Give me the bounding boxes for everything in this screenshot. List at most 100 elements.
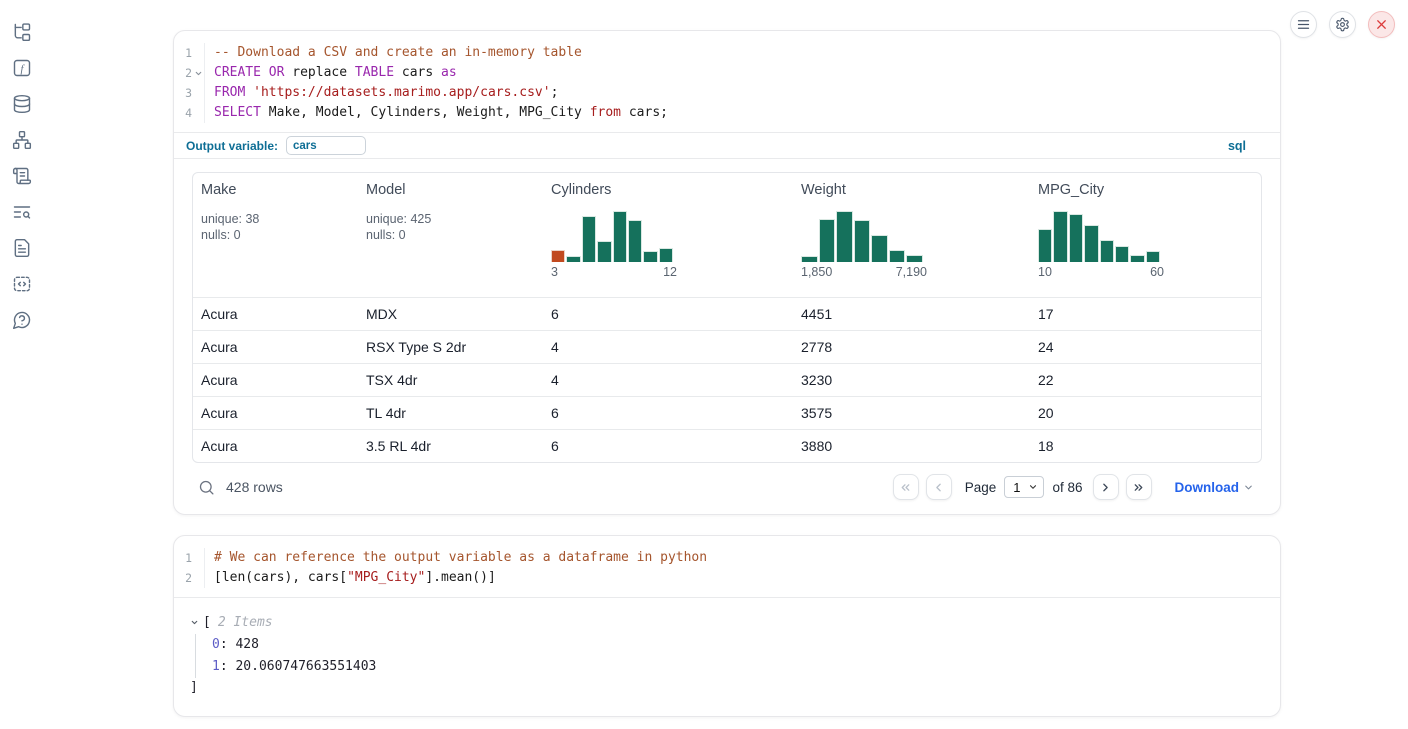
gear-icon — [1335, 17, 1350, 32]
fold-chevron-icon[interactable] — [192, 69, 204, 78]
output-variable-input[interactable] — [286, 136, 366, 155]
tree-entry: 0: 428 — [212, 634, 1264, 656]
table-cell: Acura — [193, 397, 358, 429]
table-cell: 3230 — [793, 364, 1030, 396]
histogram-bar[interactable] — [597, 241, 611, 262]
chevron-left-icon — [932, 481, 945, 494]
line-number: 1 — [174, 548, 205, 568]
histogram-bar[interactable] — [659, 248, 673, 262]
menu-button[interactable] — [1290, 11, 1317, 38]
code-text: FROM 'https://datasets.marimo.app/cars.c… — [205, 83, 558, 103]
table-cell: 6 — [543, 397, 793, 429]
table-cell: 24 — [1030, 331, 1261, 363]
column-header-cylinders[interactable]: Cylinders312 — [543, 173, 793, 297]
table-cell: 17 — [1030, 298, 1261, 330]
page-number-select[interactable]: 1 — [1004, 476, 1044, 498]
column-header-make[interactable]: Makeunique: 38nulls: 0 — [193, 173, 358, 297]
histogram-bar[interactable] — [1069, 214, 1083, 262]
table-body: AcuraMDX6445117AcuraRSX Type S 2dr427782… — [193, 297, 1261, 462]
table-cell: TL 4dr — [358, 397, 543, 429]
data-table: Makeunique: 38nulls: 0Modelunique: 425nu… — [192, 172, 1262, 463]
table-row[interactable]: AcuraMDX6445117 — [193, 297, 1261, 330]
code-text: # We can reference the output variable a… — [205, 548, 707, 568]
histogram-bar[interactable] — [1038, 229, 1052, 262]
histogram-range-labels: 1060 — [1038, 265, 1164, 279]
page-number-value: 1 — [1013, 480, 1020, 495]
page-label: Page — [965, 480, 997, 495]
last-page-button[interactable] — [1126, 474, 1152, 500]
histogram-bar[interactable] — [643, 251, 657, 262]
histogram-bar[interactable] — [871, 235, 888, 262]
code-text: [len(cars), cars["MPG_City"].mean()] — [205, 568, 496, 588]
histogram-bar[interactable] — [889, 250, 906, 262]
sql-output-area: Makeunique: 38nulls: 0Modelunique: 425nu… — [174, 159, 1280, 514]
table-cell: TSX 4dr — [358, 364, 543, 396]
histogram-bar[interactable] — [819, 219, 836, 262]
histogram-bar[interactable] — [566, 256, 580, 262]
histogram-bar[interactable] — [836, 211, 853, 262]
file-tree-icon[interactable] — [12, 22, 32, 42]
table-row[interactable]: AcuraRSX Type S 2dr4277824 — [193, 330, 1261, 363]
histogram-bar[interactable] — [1100, 240, 1114, 262]
table-row[interactable]: Acura3.5 RL 4dr6388018 — [193, 429, 1261, 462]
dependency-graph-icon[interactable] — [12, 130, 32, 150]
datasources-icon[interactable] — [12, 94, 32, 114]
histogram-bar[interactable] — [1084, 225, 1098, 262]
line-number: 2 — [174, 63, 205, 83]
code-line[interactable]: 1# We can reference the output variable … — [174, 548, 1280, 568]
column-histogram[interactable] — [1038, 208, 1160, 262]
python-code-editor[interactable]: 1# We can reference the output variable … — [174, 536, 1280, 597]
python-output-tree: [ 2 Items 0: 4281: 20.060747663551403 ] — [174, 598, 1280, 716]
column-header-mpg_city[interactable]: MPG_City1060 — [1030, 173, 1261, 297]
histogram-bar[interactable] — [801, 256, 818, 262]
code-line[interactable]: 2CREATE OR replace TABLE cars as — [174, 63, 1280, 83]
functions-icon[interactable]: f — [12, 58, 32, 78]
histogram-bar[interactable] — [906, 255, 923, 262]
line-number: 3 — [174, 83, 205, 103]
documentation-icon[interactable] — [12, 238, 32, 258]
histogram-bar[interactable] — [1115, 246, 1129, 262]
next-page-button[interactable] — [1093, 474, 1119, 500]
histogram-range-labels: 1,8507,190 — [801, 265, 927, 279]
settings-button[interactable] — [1329, 11, 1356, 38]
help-icon[interactable] — [12, 310, 32, 330]
code-line[interactable]: 3FROM 'https://datasets.marimo.app/cars.… — [174, 83, 1280, 103]
shutdown-button[interactable] — [1368, 11, 1395, 38]
histogram-bar[interactable] — [613, 211, 627, 262]
download-button[interactable]: Download — [1175, 480, 1255, 495]
column-header-weight[interactable]: Weight1,8507,190 — [793, 173, 1030, 297]
table-row[interactable]: AcuraTL 4dr6357520 — [193, 396, 1261, 429]
code-line[interactable]: 4SELECT Make, Model, Cylinders, Weight, … — [174, 103, 1280, 123]
table-cell: 3880 — [793, 430, 1030, 462]
histogram-bar[interactable] — [628, 220, 642, 262]
histogram-range-labels: 312 — [551, 265, 677, 279]
sql-code-editor[interactable]: 1-- Download a CSV and create an in-memo… — [174, 31, 1280, 132]
table-cell: Acura — [193, 364, 358, 396]
histogram-bar[interactable] — [582, 216, 596, 262]
histogram-bar[interactable] — [1130, 255, 1144, 262]
scratchpad-icon[interactable] — [12, 166, 32, 186]
line-number: 2 — [174, 568, 205, 588]
histogram-bar[interactable] — [854, 220, 871, 262]
first-page-button[interactable] — [893, 474, 919, 500]
search-icon[interactable] — [198, 479, 215, 496]
table-cell: 4 — [543, 331, 793, 363]
column-header-model[interactable]: Modelunique: 425nulls: 0 — [358, 173, 543, 297]
logs-icon[interactable] — [12, 202, 32, 222]
table-cell: Acura — [193, 331, 358, 363]
table-row[interactable]: AcuraTSX 4dr4323022 — [193, 363, 1261, 396]
histogram-bar[interactable] — [551, 250, 565, 262]
table-cell: Acura — [193, 430, 358, 462]
snippets-icon[interactable] — [12, 274, 32, 294]
histogram-bar[interactable] — [1146, 251, 1160, 262]
tree-items-count: 2 Items — [218, 615, 273, 630]
table-cell: 2778 — [793, 331, 1030, 363]
tree-collapse-icon[interactable] — [190, 618, 203, 627]
code-line[interactable]: 2[len(cars), cars["MPG_City"].mean()] — [174, 568, 1280, 588]
line-number: 4 — [174, 103, 205, 123]
previous-page-button[interactable] — [926, 474, 952, 500]
column-histogram[interactable] — [551, 208, 673, 262]
column-histogram[interactable] — [801, 208, 923, 262]
histogram-bar[interactable] — [1053, 211, 1067, 262]
code-line[interactable]: 1-- Download a CSV and create an in-memo… — [174, 43, 1280, 63]
